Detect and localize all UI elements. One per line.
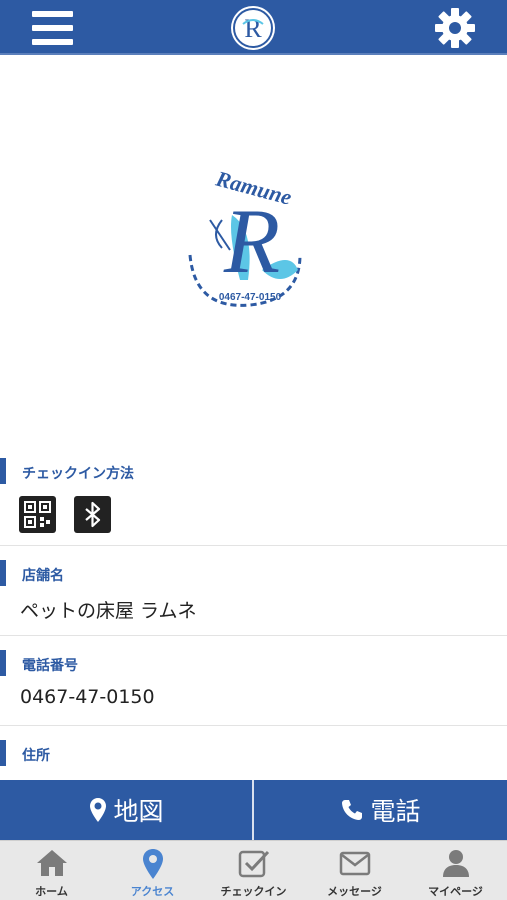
tab-checkin[interactable]: チェックイン [203,841,304,900]
tab-home-label: ホーム [35,885,68,898]
tab-message[interactable]: メッセージ [304,841,405,900]
map-pin-icon [142,849,163,879]
phone-title: 電話番号 [22,658,78,674]
tab-home[interactable]: ホーム [1,841,102,900]
map-pin-icon [90,798,107,822]
address-section: 住所 [0,736,507,780]
qr-code-icon [19,496,56,533]
app-header: R [0,0,507,55]
checkin-icon [238,850,269,878]
phone-button-label: 電話 [370,797,421,826]
tab-mypage[interactable]: マイページ [405,841,506,900]
action-bar: 地図 電話 [0,780,507,840]
phone-icon [342,800,363,820]
user-icon [442,850,469,877]
checkin-section: チェックイン方法 [0,455,507,546]
section-marker [0,650,6,676]
tab-access[interactable]: アクセス [102,841,203,900]
checkin-title: チェックイン方法 [22,466,134,482]
app-logo-icon[interactable]: R [231,6,275,50]
store-name-value: ペットの床屋 ラムネ [20,600,197,622]
store-logo-phone: 0467-47-0150 [219,292,282,303]
phone-section: 電話番号 0467-47-0150 [0,646,507,726]
phone-button[interactable]: 電話 [254,780,507,840]
phone-value[interactable]: 0467-47-0150 [20,686,155,708]
store-logo: Ramune R 0467-47-0150 [170,160,330,320]
section-marker [0,458,6,484]
hamburger-menu-icon[interactable] [32,11,73,45]
section-marker [0,740,6,766]
section-marker [0,560,6,586]
svg-text:R: R [244,14,262,43]
store-name-title: 店舗名 [22,568,64,584]
tab-mypage-label: マイページ [428,885,483,898]
tab-message-label: メッセージ [327,885,382,898]
gear-icon[interactable] [434,7,476,49]
svg-text:R: R [223,190,280,292]
map-button-label: 地図 [113,797,164,826]
home-icon [36,850,67,876]
map-button[interactable]: 地図 [0,780,253,840]
store-name-section: 店舗名 ペットの床屋 ラムネ [0,556,507,636]
tab-access-label: アクセス [130,885,175,898]
tab-checkin-label: チェックイン [220,885,287,898]
envelope-icon [339,851,370,876]
bluetooth-icon [74,496,111,533]
address-title: 住所 [22,748,50,764]
bottom-tab-bar: ホーム アクセス チェックイン メッセージ マイページ [0,840,507,900]
